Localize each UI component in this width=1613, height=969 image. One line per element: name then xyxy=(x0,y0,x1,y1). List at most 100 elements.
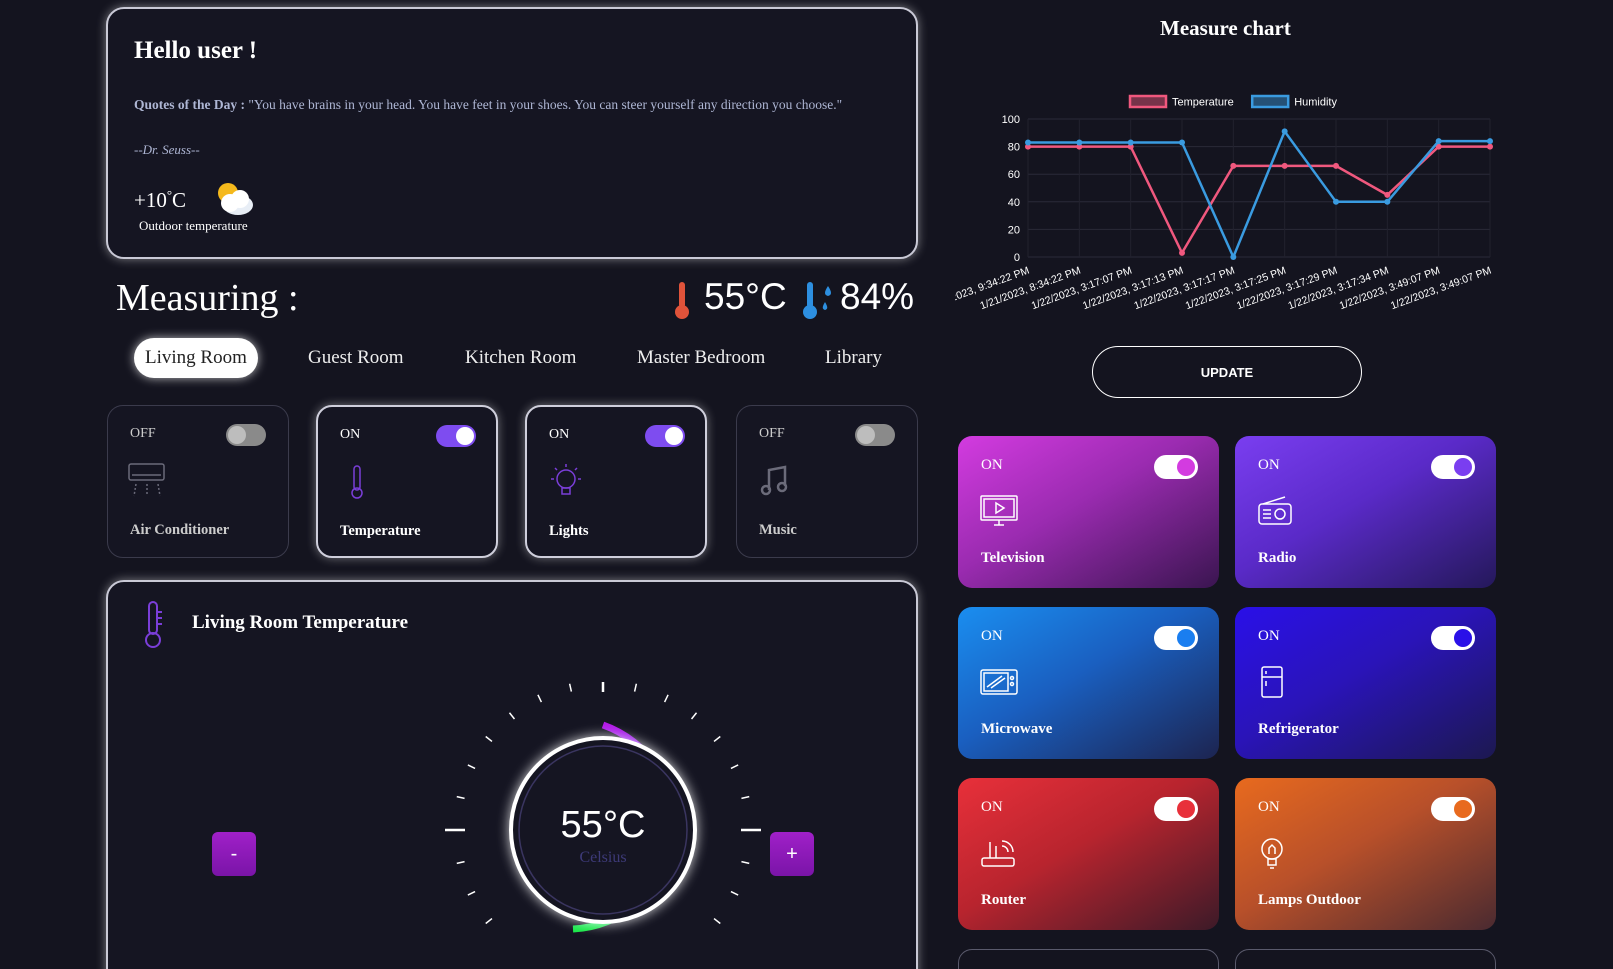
dial-tick xyxy=(663,694,669,703)
dial-unit: Celsius xyxy=(579,849,626,866)
measuring-label: Measuring : xyxy=(116,277,299,319)
card-name: Lamps Outdoor xyxy=(1258,892,1361,908)
room-temperature-panel: Living Room Temperature - + 55°C Celsius xyxy=(106,580,918,969)
humidity-icon xyxy=(803,282,831,319)
tab-guest-room[interactable]: Guest Room xyxy=(297,338,415,378)
chart-y-tick-label: 100 xyxy=(1002,114,1020,126)
card-partial[interactable] xyxy=(958,949,1219,969)
toggle-knob xyxy=(857,426,875,444)
chart-point xyxy=(1281,162,1288,169)
card-lamps-outdoor[interactable]: ON Lamps Outdoor xyxy=(1235,778,1496,930)
dial-tick xyxy=(537,694,543,703)
chart-point xyxy=(1333,162,1339,169)
dial-tick xyxy=(730,764,739,770)
dial-tick xyxy=(690,712,698,720)
quote-text: "You have brains in your head. You have … xyxy=(248,97,843,112)
outdoor-temperature-label: Outdoor temperature xyxy=(139,218,248,233)
tab-kitchen-room[interactable]: Kitchen Room xyxy=(454,338,587,378)
card-name: Router xyxy=(981,892,1026,908)
measured-temperature: 55°C xyxy=(704,276,787,317)
card-toggle[interactable] xyxy=(1154,626,1198,650)
card-toggle[interactable] xyxy=(1431,455,1475,479)
dial-tick xyxy=(713,917,721,925)
chart-y-tick-label: 60 xyxy=(1008,169,1020,181)
toggle-knob xyxy=(1177,800,1195,818)
chart-legend-swatch xyxy=(1250,94,1290,109)
dial-tick xyxy=(467,890,476,896)
card-radio[interactable]: ON Radio xyxy=(1235,436,1496,588)
card-toggle[interactable] xyxy=(1154,455,1198,479)
dial-tick xyxy=(741,860,750,865)
chart-point xyxy=(1230,254,1237,260)
dial-tick xyxy=(741,795,750,800)
thermometer-red-icon xyxy=(675,282,689,319)
card-state: ON xyxy=(1258,799,1280,815)
dial-tick xyxy=(456,860,465,865)
chart-point xyxy=(1281,128,1288,135)
card-name: Radio xyxy=(1258,550,1297,566)
decrease-button[interactable]: - xyxy=(212,832,256,876)
device-air-conditioner[interactable]: OFF Air Conditioner xyxy=(107,405,289,558)
chart-title: Measure chart xyxy=(1160,16,1291,40)
card-state: ON xyxy=(981,799,1003,815)
device-temperature[interactable]: ON Temperature xyxy=(316,405,498,558)
device-music[interactable]: OFF Music xyxy=(736,405,918,558)
tab-library[interactable]: Library xyxy=(814,338,893,378)
chart-point xyxy=(1487,138,1493,145)
card-state: ON xyxy=(981,457,1003,473)
card-toggle[interactable] xyxy=(1431,797,1475,821)
card-microwave[interactable]: ON Microwave xyxy=(958,607,1219,759)
dial-tick xyxy=(568,683,573,692)
device-toggle[interactable] xyxy=(855,424,895,446)
dial-tick xyxy=(467,764,476,770)
chart-y-tick-label: 0 xyxy=(1014,252,1020,264)
toggle-knob xyxy=(1177,629,1195,647)
update-button[interactable]: UPDATE xyxy=(1092,346,1362,398)
card-state: ON xyxy=(1258,457,1280,473)
card-name: Television xyxy=(981,550,1045,566)
dial-tick xyxy=(456,795,465,800)
chart-point xyxy=(1487,143,1493,150)
device-toggle[interactable] xyxy=(226,424,266,446)
partly-cloudy-icon xyxy=(218,183,253,215)
quote-author: --Dr. Seuss-- xyxy=(134,142,200,157)
measure-chart: 0204060801001/21/2023, 9:34:22 PM1/21/20… xyxy=(955,94,1493,312)
dial-tick xyxy=(713,735,721,743)
chart-y-tick-label: 40 xyxy=(1008,197,1020,209)
chart-point xyxy=(1076,139,1083,146)
dial-tick xyxy=(633,683,638,692)
card-toggle[interactable] xyxy=(1431,626,1475,650)
radio-icon xyxy=(1258,496,1292,525)
device-lights[interactable]: ON Lights xyxy=(525,405,707,558)
chart-point xyxy=(1179,139,1185,146)
chart-legend-swatch xyxy=(1128,94,1168,109)
device-toggle[interactable] xyxy=(436,425,476,447)
device-name: Temperature xyxy=(340,523,421,539)
chart-point xyxy=(1025,139,1031,146)
chart-point xyxy=(1384,198,1391,205)
room-temperature-title: Living Room Temperature xyxy=(192,612,409,633)
dial-tick xyxy=(508,712,516,720)
temperature-dial[interactable]: 55°C Celsius xyxy=(438,682,768,969)
toggle-knob xyxy=(1454,629,1472,647)
television-icon xyxy=(980,495,1018,526)
chart-point xyxy=(1179,249,1185,256)
card-television[interactable]: ON Television xyxy=(958,436,1219,588)
tab-master-bedroom[interactable]: Master Bedroom xyxy=(626,338,776,378)
card-router[interactable]: ON Router xyxy=(958,778,1219,930)
tab-living-room[interactable]: Living Room xyxy=(134,338,258,378)
card-toggle[interactable] xyxy=(1154,797,1198,821)
card-refrigerator[interactable]: ON Refrigerator xyxy=(1235,607,1496,759)
device-state: ON xyxy=(340,427,361,442)
chart-legend-label: Temperature xyxy=(1172,97,1234,109)
chart-series-line xyxy=(1028,128,1490,261)
device-toggle[interactable] xyxy=(645,425,685,447)
device-state: ON xyxy=(549,427,570,442)
greeting-title: Hello user ! xyxy=(134,37,258,64)
chart-point xyxy=(1384,191,1391,198)
measured-humidity: 84% xyxy=(840,276,915,317)
card-name: Refrigerator xyxy=(1258,721,1339,737)
chart-point xyxy=(1435,138,1442,145)
increase-button[interactable]: + xyxy=(770,832,814,876)
card-partial[interactable] xyxy=(1235,949,1496,969)
